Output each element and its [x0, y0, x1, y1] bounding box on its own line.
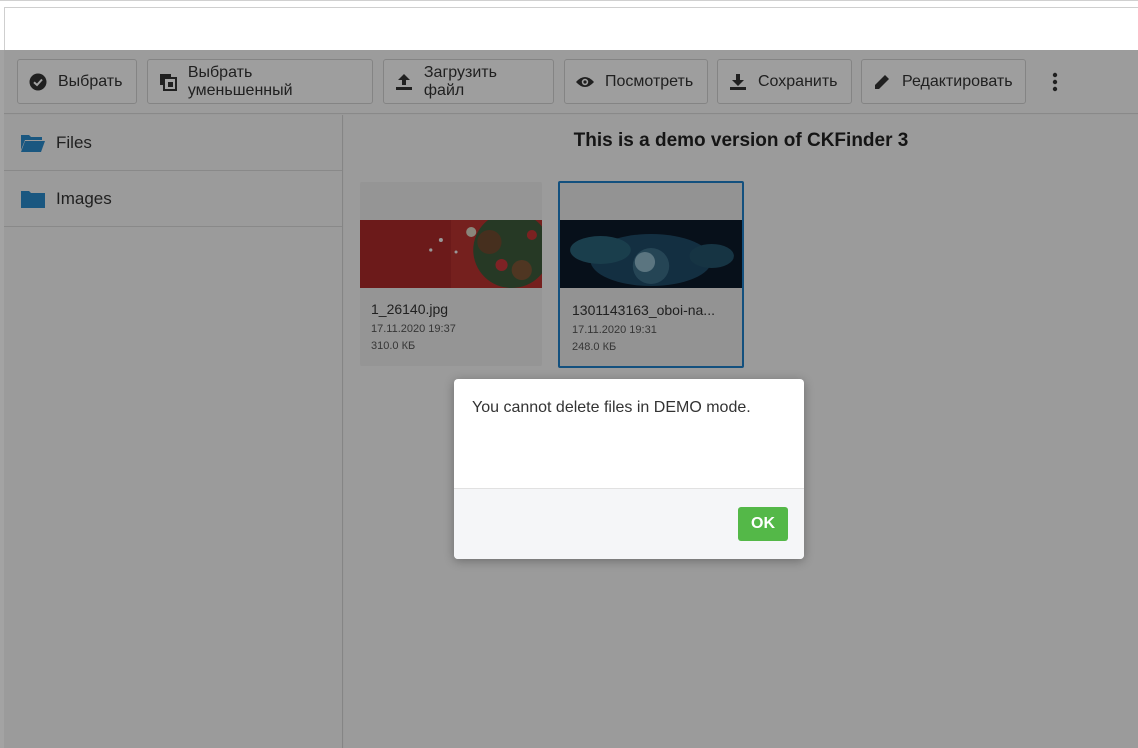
alert-dialog: You cannot delete files in DEMO mode. OK: [454, 379, 804, 559]
dialog-footer: OK: [454, 488, 804, 559]
browser-frame: [0, 0, 1138, 50]
frame-inner: [4, 7, 1138, 50]
dialog-message: You cannot delete files in DEMO mode.: [472, 399, 751, 416]
ok-button[interactable]: OK: [738, 507, 788, 541]
